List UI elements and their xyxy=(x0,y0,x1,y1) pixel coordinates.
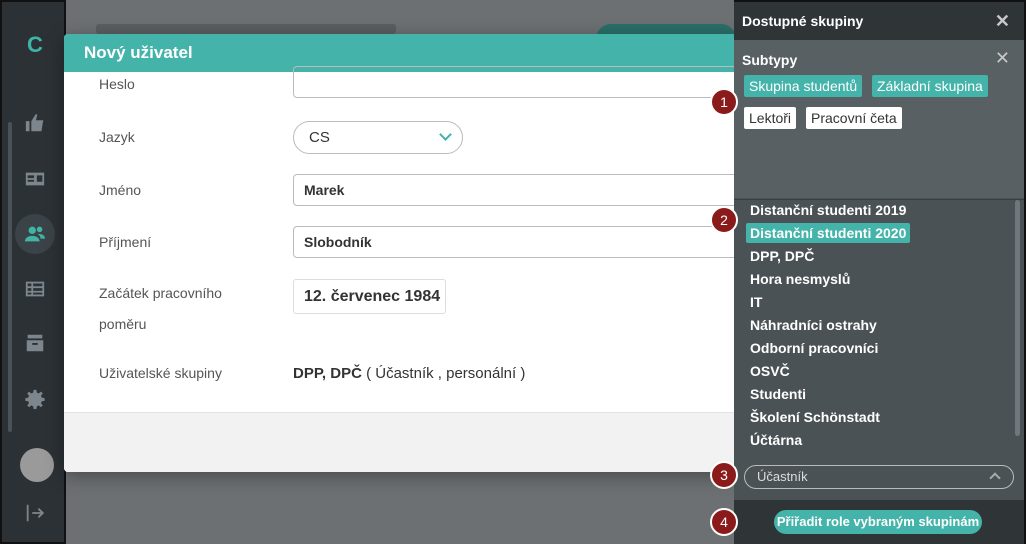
callout-badge-2: 2 xyxy=(710,206,738,234)
start-date-label-1: Začátek pracovního xyxy=(99,285,222,301)
role-select-value: Účastník xyxy=(757,469,808,484)
role-select[interactable]: Účastník xyxy=(744,465,1014,489)
panel-title: Dostupné skupiny xyxy=(742,13,864,29)
id-card-icon[interactable] xyxy=(20,164,50,194)
avatar[interactable] xyxy=(20,448,54,482)
gear-icon[interactable] xyxy=(20,384,50,414)
user-groups-name: DPP, DPČ xyxy=(293,365,362,382)
list-item[interactable]: Distanční studenti 2020 xyxy=(746,223,911,243)
logout-icon[interactable] xyxy=(20,498,50,528)
thumbs-up-icon[interactable] xyxy=(20,108,50,138)
user-groups-value: DPP, DPČ ( Účastník , personální ) xyxy=(293,365,525,382)
archive-icon[interactable] xyxy=(20,328,50,358)
language-value: CS xyxy=(309,129,330,146)
callout-badge-1: 1 xyxy=(710,88,738,116)
subtype-chip-work-crew[interactable]: Pracovní četa xyxy=(806,107,902,129)
rail-scrollbar[interactable] xyxy=(8,122,12,432)
panel-header: Dostupné skupiny ✕ xyxy=(734,2,1024,40)
list-item[interactable]: Distanční studenti 2019 xyxy=(746,200,910,220)
start-date-label-2: poměru xyxy=(99,316,147,332)
subtypes-close-icon[interactable]: ✕ xyxy=(995,48,1010,69)
language-select[interactable]: CS xyxy=(293,121,463,154)
subtype-chip-lecturers[interactable]: Lektoři xyxy=(744,107,797,129)
password-input[interactable] xyxy=(293,66,736,98)
list-item[interactable]: Odborní pracovníci xyxy=(746,338,882,358)
subtypes-section: Subtypy ✕ Skupina studentů Základní skup… xyxy=(734,40,1024,198)
assign-roles-button[interactable]: Přiřadit role vybraným skupinám xyxy=(774,510,982,534)
table-icon[interactable] xyxy=(20,274,50,304)
user-groups-label: Uživatelské skupiny xyxy=(99,365,222,381)
users-icon[interactable] xyxy=(15,214,55,254)
background-header-text xyxy=(96,24,396,34)
chevron-down-icon xyxy=(439,128,452,141)
callout-badge-3: 3 xyxy=(710,461,738,489)
last-name-input[interactable]: Slobodník xyxy=(293,226,736,258)
user-groups-roles: ( Účastník , personální ) xyxy=(366,365,526,382)
first-name-label: Jméno xyxy=(99,182,142,198)
list-item[interactable]: Hora nesmyslů xyxy=(746,269,854,289)
modal-footer xyxy=(64,412,736,472)
language-label: Jazyk xyxy=(99,129,135,145)
last-name-label: Příjmení xyxy=(99,234,152,250)
subtypes-title: Subtypy xyxy=(742,52,798,68)
list-item[interactable]: DPP, DPČ xyxy=(746,246,818,266)
chevron-up-icon xyxy=(989,472,1001,484)
list-item[interactable]: Školení Schönstadt xyxy=(746,407,884,427)
assign-bar: Přiřadit role vybraným skupinám xyxy=(734,500,1024,544)
callout-badge-4: 4 xyxy=(710,508,738,536)
groups-list: Distanční studenti 2019 Distanční studen… xyxy=(734,199,1024,455)
groups-list-scrollbar[interactable] xyxy=(1015,200,1020,436)
list-item[interactable]: Studenti xyxy=(746,384,810,404)
list-item[interactable]: Náhradníci ostrahy xyxy=(746,315,881,335)
subtype-chip-basic-group[interactable]: Základní skupina xyxy=(872,75,988,97)
nav-rail: C xyxy=(0,0,66,544)
list-item[interactable]: Účtárna xyxy=(746,430,806,450)
list-item[interactable]: IT xyxy=(746,292,766,312)
subtype-chip-student-group[interactable]: Skupina studentů xyxy=(744,75,863,97)
first-name-input[interactable]: Marek xyxy=(293,174,736,206)
password-label: Heslo xyxy=(99,76,135,92)
app-logo: C xyxy=(27,32,43,57)
available-groups-panel: Dostupné skupiny ✕ Subtypy ✕ Skupina stu… xyxy=(734,0,1026,544)
close-icon[interactable]: ✕ xyxy=(995,2,1010,40)
list-item[interactable]: OSVČ xyxy=(746,361,794,381)
new-user-modal: Nový uživatel Heslo Jazyk CS Jméno Marek… xyxy=(64,34,736,472)
start-date-picker[interactable]: 12. červenec 1984 xyxy=(293,279,446,314)
